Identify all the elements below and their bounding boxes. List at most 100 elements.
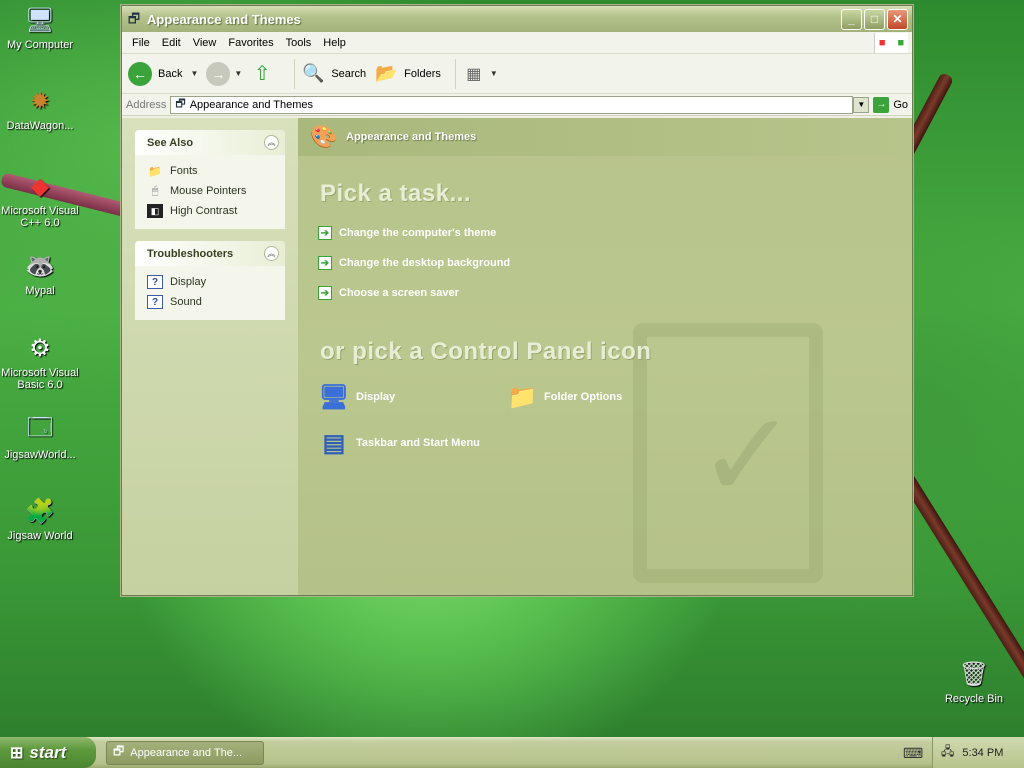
address-dropdown-button[interactable]: ▼ — [853, 96, 870, 113]
green-arrow-icon: ➔ — [318, 256, 332, 270]
toolbar-separator — [454, 58, 456, 89]
visual-basic-icon: ⚙ — [29, 334, 51, 362]
go-arrow-icon: → — [873, 96, 890, 113]
network-icon[interactable]: 🖧 — [941, 742, 954, 763]
chevron-down-icon[interactable]: ▼ — [234, 69, 242, 78]
close-button[interactable]: ✕ — [887, 8, 908, 30]
go-button[interactable]: → Go — [873, 96, 908, 113]
desktop-icon-visual-cpp[interactable]: ◆ Microsoft Visual C++ 6.0 — [0, 170, 80, 230]
desktop-icon-recycle-bin[interactable]: 🗑 Recycle Bin — [934, 658, 1014, 706]
taskbar: ⊞ start 🗗 Appearance and The... — [0, 737, 1024, 768]
fonts-folder-icon: 📁 — [148, 165, 162, 178]
checkmark-watermark-icon: ✓ — [633, 323, 823, 583]
up-folder-button[interactable]: ⇧ — [250, 62, 280, 86]
task-change-theme[interactable]: ➔ Change the computer's theme — [318, 226, 496, 240]
green-arrow-icon: ➔ — [318, 286, 332, 300]
menu-edit[interactable]: Edit — [156, 37, 187, 49]
datawagon-icon: ✹ — [29, 87, 51, 115]
forward-arrow-icon: → — [206, 61, 231, 86]
jigsaw-world-icon: 🧩 — [25, 497, 55, 525]
minimize-button[interactable]: _ — [841, 8, 862, 30]
keyboard-icon[interactable]: ⌨ — [903, 745, 923, 762]
appearance-themes-icon: 🎨 — [310, 124, 338, 149]
back-button[interactable]: ← Back ▼ — [128, 61, 198, 86]
mouse-icon: 🖱 — [151, 184, 159, 197]
explorer-window: 🗗 Appearance and Themes _ □ ✕ File Edit … — [121, 5, 913, 596]
address-bar: Address 🗗 Appearance and Themes ▼ → Go — [122, 94, 912, 116]
menu-bar: File Edit View Favorites Tools Help ■ ■ — [122, 32, 912, 54]
see-also-header[interactable]: See Also ︽ — [135, 130, 285, 155]
main-pane: ✓ 🎨 Appearance and Themes Pick a task...… — [298, 118, 912, 595]
see-also-panel: See Also ︽ 📁 Fonts 🖱 Mouse Pointers ◧ Hi… — [135, 130, 285, 229]
desktop-icon-jigsawworld-shortcut[interactable]: 🗔 JigsawWorld... — [0, 413, 80, 462]
see-also-fonts[interactable]: 📁 Fonts — [147, 161, 273, 181]
task-change-background[interactable]: ➔ Change the desktop background — [318, 256, 510, 270]
toolbar-separator — [294, 58, 296, 89]
recycle-bin-icon: 🗑 — [958, 660, 990, 688]
start-button[interactable]: ⊞ start — [0, 737, 96, 768]
menu-file[interactable]: File — [126, 37, 156, 49]
desktop-icon-jigsaw-world[interactable]: 🧩 Jigsaw World — [0, 495, 80, 543]
help-icon: ? — [147, 275, 163, 289]
windows-logo-icon: ■ ■ — [874, 33, 908, 53]
desktop-icon-mypal[interactable]: 🦝 Mypal — [0, 250, 80, 298]
forward-button[interactable]: → ▼ — [206, 61, 242, 86]
chevron-down-icon[interactable]: ▼ — [190, 69, 198, 78]
taskbar-start-menu-icon: ▤ — [322, 429, 346, 457]
windows-logo-icon: ⊞ — [10, 744, 24, 762]
jigsawworld-icon: 🗔 — [26, 413, 54, 441]
folder-options-icon: 📁 — [507, 383, 537, 411]
see-also-mouse-pointers[interactable]: 🖱 Mouse Pointers — [147, 181, 273, 201]
control-panel-icon: 🗗 — [113, 744, 125, 758]
toolbar: ← Back ▼ → ▼ ⇧ 🔍 Search 📂 Folders ▦ ▼ — [122, 54, 912, 94]
taskbar-window-button[interactable]: 🗗 Appearance and The... — [106, 740, 264, 765]
category-header: 🎨 Appearance and Themes — [298, 118, 912, 156]
back-arrow-icon: ← — [128, 61, 152, 86]
collapse-icon[interactable]: ︽ — [264, 246, 279, 261]
control-panel-icon: 🗗 — [127, 11, 141, 26]
views-grid-icon: ▦ — [466, 65, 482, 83]
up-folder-icon: ⇧ — [253, 63, 271, 85]
folders-icon: 📂 — [374, 63, 398, 83]
desktop-icon-visual-basic[interactable]: ⚙ Microsoft Visual Basic 6.0 — [0, 332, 80, 392]
troubleshooters-panel: Troubleshooters ︽ ? Display ? Sound — [135, 241, 285, 320]
menu-help[interactable]: Help — [317, 37, 352, 49]
green-arrow-icon: ➔ — [318, 226, 332, 240]
desktop-icon-datawagon[interactable]: ✹ DataWagon... — [0, 85, 80, 133]
help-icon: ? — [147, 295, 163, 309]
window-title: Appearance and Themes — [147, 11, 301, 27]
control-panel-icon: 🗗 — [175, 98, 186, 110]
title-bar[interactable]: 🗗 Appearance and Themes _ □ ✕ — [122, 6, 912, 32]
computer-icon: 🖥 — [24, 6, 56, 34]
task-screen-saver[interactable]: ➔ Choose a screen saver — [318, 286, 459, 300]
system-tray: 🖧 5:34 PM — [932, 737, 1024, 768]
chevron-down-icon[interactable]: ▼ — [490, 69, 498, 78]
folders-button[interactable]: 📂 Folders — [374, 62, 441, 86]
views-button[interactable]: ▦ ▼ — [462, 62, 498, 86]
visual-cpp-icon: ◆ — [30, 172, 50, 200]
clock[interactable]: 5:34 PM — [962, 747, 1003, 759]
mypal-icon: 🦝 — [25, 252, 55, 280]
pick-task-heading: Pick a task... — [320, 180, 472, 207]
menu-favorites[interactable]: Favorites — [222, 37, 279, 49]
window-content: See Also ︽ 📁 Fonts 🖱 Mouse Pointers ◧ Hi… — [122, 118, 912, 595]
pick-icon-heading: or pick a Control Panel icon — [320, 338, 652, 365]
cp-icon-display[interactable]: 🖥 Display — [318, 381, 395, 413]
address-label: Address — [126, 98, 167, 111]
desktop-icon-my-computer[interactable]: 🖥 My Computer — [0, 4, 80, 52]
address-input[interactable]: 🗗 Appearance and Themes — [170, 95, 854, 114]
maximize-button[interactable]: □ — [864, 8, 885, 30]
troubleshooter-display[interactable]: ? Display — [147, 272, 273, 292]
collapse-icon[interactable]: ︽ — [264, 135, 279, 150]
task-pane: See Also ︽ 📁 Fonts 🖱 Mouse Pointers ◧ Hi… — [122, 118, 298, 595]
troubleshooters-header[interactable]: Troubleshooters ︽ — [135, 241, 285, 266]
menu-tools[interactable]: Tools — [280, 37, 318, 49]
menu-view[interactable]: View — [187, 37, 223, 49]
search-button[interactable]: 🔍 Search — [301, 62, 366, 86]
display-icon: 🖥 — [318, 383, 350, 411]
troubleshooter-sound[interactable]: ? Sound — [147, 292, 273, 312]
cp-icon-taskbar-start-menu[interactable]: ▤ Taskbar and Start Menu — [318, 427, 480, 459]
contrast-icon: ◧ — [147, 204, 163, 218]
see-also-high-contrast[interactable]: ◧ High Contrast — [147, 201, 273, 221]
cp-icon-folder-options[interactable]: 📁 Folder Options — [506, 381, 622, 413]
